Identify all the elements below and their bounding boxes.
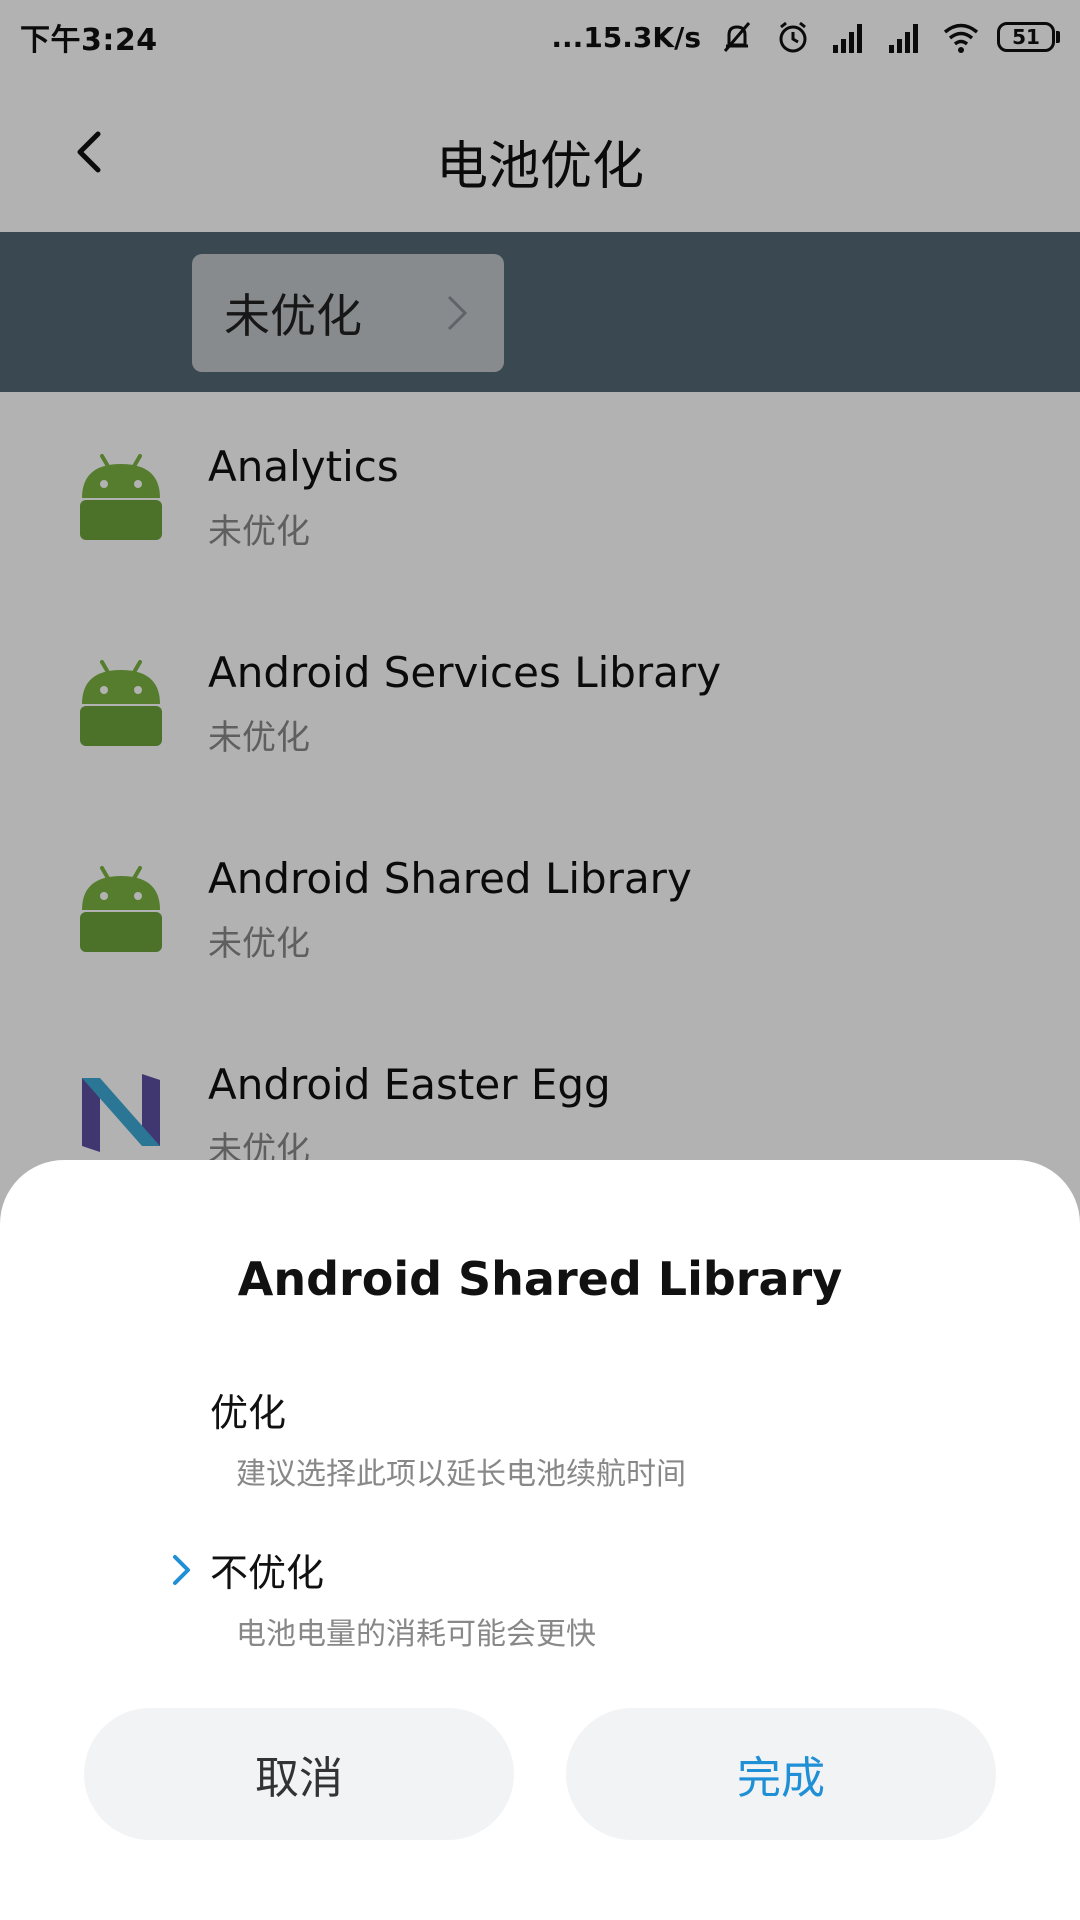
cancel-button[interactable]: 取消	[84, 1708, 514, 1840]
option-description: 建议选择此项以延长电池续航时间	[236, 1457, 686, 1492]
option-label: 不优化	[210, 1551, 325, 1595]
selected-chevron-icon	[173, 1555, 190, 1585]
optimization-dialog: Android Shared Library 优化 建议选择此项以延长电池续航时…	[0, 1160, 1080, 1920]
done-button[interactable]: 完成	[566, 1708, 996, 1840]
battery-optimization-screen: 下午3:24 ...15.3K/s 51 电池优化 未优化 Analytics …	[0, 0, 1080, 1920]
dialog-title: Android Shared Library	[237, 1252, 843, 1306]
option-optimize[interactable]: 优化 建议选择此项以延长电池续航时间	[210, 1382, 910, 1493]
option-label: 优化	[210, 1391, 287, 1435]
option-dont-optimize[interactable]: 不优化 电池电量的消耗可能会更快	[210, 1542, 910, 1653]
option-description: 电池电量的消耗可能会更快	[236, 1617, 596, 1652]
